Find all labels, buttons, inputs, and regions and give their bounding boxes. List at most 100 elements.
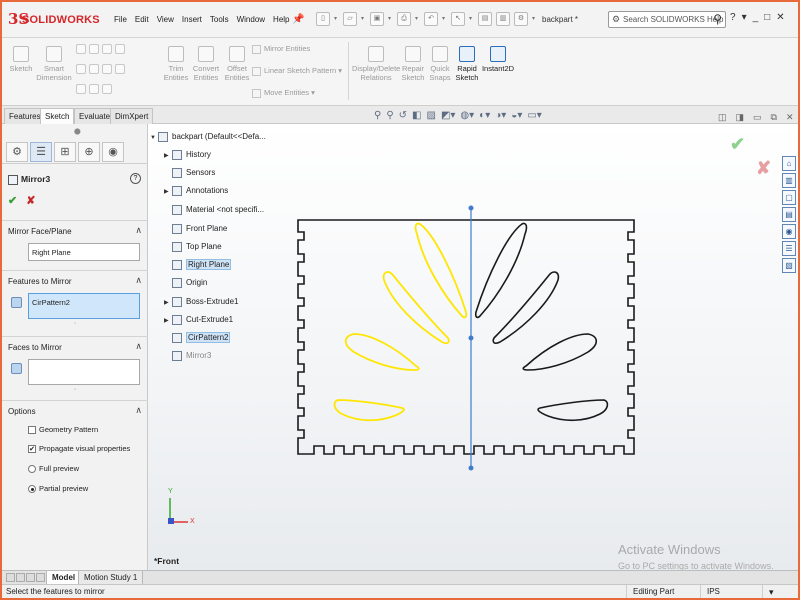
rapid-sketch-button[interactable]: Rapid Sketch bbox=[454, 46, 480, 82]
status-units[interactable]: IPS bbox=[700, 585, 762, 598]
ok-button[interactable]: ✔ bbox=[8, 195, 17, 207]
menu-file[interactable]: File bbox=[110, 15, 131, 24]
file-explorer-icon[interactable]: ▢ bbox=[782, 190, 796, 205]
expand-arrow-icon[interactable]: ▶ bbox=[164, 188, 172, 195]
collapse-chevron-icon[interactable]: ∧ bbox=[135, 341, 142, 352]
partial-preview-radio[interactable] bbox=[28, 485, 36, 494]
tree-item-sensors[interactable]: Sensors bbox=[164, 168, 215, 178]
viewport-restore-icon[interactable]: ⧉ bbox=[771, 112, 777, 123]
undo-icon[interactable]: ↶ bbox=[424, 12, 438, 26]
faces-to-mirror-list[interactable] bbox=[28, 359, 140, 385]
chevron-down-icon[interactable]: ▾ bbox=[469, 12, 474, 26]
help-button[interactable]: ? bbox=[730, 12, 736, 23]
appearances-icon[interactable]: ◉ bbox=[782, 224, 796, 239]
chevron-down-icon[interactable]: ▾ bbox=[334, 12, 339, 26]
mirror-face-field[interactable]: Right Plane bbox=[28, 243, 140, 261]
pattern-petal-3[interactable] bbox=[522, 333, 598, 371]
tree-item-boss-extrude1[interactable]: ▶ Boss-Extrude1 bbox=[164, 297, 238, 307]
move-entities-button[interactable]: Move Entities ▾ bbox=[252, 88, 315, 98]
viewport-minimize-icon[interactable]: ▭ bbox=[753, 112, 762, 123]
tab-sketch[interactable]: Sketch bbox=[40, 108, 75, 124]
reject-x-icon[interactable]: ✘ bbox=[756, 158, 771, 179]
search-icon[interactable]: ⚲ bbox=[713, 12, 722, 26]
dynamic-annotation-icon[interactable]: ▨ bbox=[427, 110, 436, 121]
panel-grip[interactable]: ⬤ bbox=[74, 128, 81, 135]
tree-item-front-plane[interactable]: Front Plane bbox=[164, 224, 227, 234]
last-tab-icon[interactable] bbox=[36, 573, 45, 582]
sketch-button[interactable]: Sketch bbox=[6, 46, 36, 73]
view-orientation-icon[interactable]: ◩▾ bbox=[441, 110, 455, 121]
viewport-close-icon[interactable]: ✕ bbox=[786, 112, 794, 123]
view-palette-icon[interactable]: ▤ bbox=[782, 207, 796, 222]
configuration-manager-tab-icon[interactable]: ⊞ bbox=[54, 142, 76, 162]
prev-tab-icon[interactable] bbox=[16, 573, 25, 582]
close-button[interactable]: ✕ bbox=[776, 12, 784, 23]
status-options-icon[interactable]: ▾ bbox=[762, 585, 798, 598]
forum-icon[interactable]: ▧ bbox=[782, 258, 796, 273]
minimize-button[interactable]: _ bbox=[753, 12, 759, 23]
tab-model[interactable]: Model bbox=[46, 571, 82, 585]
pattern-petal-4[interactable] bbox=[537, 399, 609, 422]
section-view-icon[interactable]: ◧ bbox=[412, 110, 421, 121]
apply-scene-icon[interactable]: ◒▾ bbox=[511, 110, 522, 121]
previous-view-icon[interactable]: ↺ bbox=[399, 110, 407, 121]
first-tab-icon[interactable] bbox=[6, 573, 15, 582]
display-delete-relations-button[interactable]: Display/Delete Relations bbox=[352, 46, 400, 82]
graphics-area[interactable]: ▼ backpart (Default<<Defa... ▶ History Sen… bbox=[148, 124, 798, 571]
rebuild-icon[interactable]: ▤ bbox=[478, 12, 492, 26]
spline-icon[interactable] bbox=[102, 44, 112, 54]
geometry-pattern-checkbox[interactable] bbox=[28, 426, 36, 435]
display-style-icon[interactable]: ◍▾ bbox=[460, 110, 474, 121]
options-gear-icon[interactable]: ⚙ bbox=[514, 12, 528, 26]
tree-item-history[interactable]: ▶ History bbox=[164, 150, 211, 160]
collapse-chevron-icon[interactable]: ∧ bbox=[135, 405, 142, 416]
file-properties-icon[interactable]: ▥ bbox=[496, 12, 510, 26]
line-icon[interactable] bbox=[76, 44, 86, 54]
propagate-checkbox[interactable]: ✔ bbox=[28, 445, 36, 454]
trim-entities-button[interactable]: Trim Entities bbox=[162, 46, 190, 82]
display-manager-tab-icon[interactable]: ◉ bbox=[102, 142, 124, 162]
model-sketch[interactable] bbox=[148, 124, 798, 570]
quick-snaps-button[interactable]: Quick Snaps bbox=[428, 46, 452, 82]
help-icon[interactable]: ? bbox=[130, 173, 141, 184]
fillet-icon[interactable] bbox=[102, 64, 112, 74]
chevron-down-icon[interactable]: ▾ bbox=[532, 12, 537, 26]
propagate-option[interactable]: ✔ Propagate visual properties bbox=[28, 444, 130, 454]
expand-arrow-icon[interactable]: ▶ bbox=[164, 299, 172, 306]
pane-left-icon[interactable]: ◫ bbox=[718, 112, 727, 123]
tree-item-right-plane[interactable]: Right Plane bbox=[164, 259, 232, 271]
tree-item-material[interactable]: Material <not specifi... bbox=[164, 205, 264, 215]
solidworks-logo[interactable]: 3S SOLIDWORKS bbox=[8, 10, 100, 28]
geometry-pattern-option[interactable]: Geometry Pattern bbox=[28, 425, 98, 435]
property-manager-tab-icon[interactable]: ☰ bbox=[30, 142, 52, 162]
feature-tree-tab-icon[interactable]: ⚙ bbox=[6, 142, 28, 162]
plane-handle-mid[interactable] bbox=[468, 335, 474, 341]
menu-window[interactable]: Window bbox=[233, 15, 269, 24]
circle-icon[interactable] bbox=[89, 44, 99, 54]
point-icon[interactable] bbox=[115, 64, 125, 74]
save-icon[interactable]: ▣ bbox=[370, 12, 384, 26]
menu-edit[interactable]: Edit bbox=[131, 15, 153, 24]
list-resize-grip[interactable]: ◦ bbox=[74, 387, 76, 393]
search-input[interactable]: Search SOLIDWORKS Help bbox=[623, 15, 723, 24]
tree-item-annotations[interactable]: ▶ Annotations bbox=[164, 186, 228, 196]
collapse-arrow-icon[interactable]: ▼ bbox=[150, 135, 158, 141]
partial-preview-option[interactable]: Partial preview bbox=[28, 484, 88, 494]
tab-motion-study-1[interactable]: Motion Study 1 bbox=[78, 571, 144, 585]
accept-check-icon[interactable]: ✔ bbox=[730, 134, 745, 155]
slot-icon[interactable] bbox=[76, 84, 86, 94]
hide-show-items-icon[interactable]: ◐▾ bbox=[479, 110, 490, 121]
restore-button[interactable]: □ bbox=[764, 12, 770, 23]
tree-item-origin[interactable]: Origin bbox=[164, 278, 207, 288]
resources-home-icon[interactable]: ⌂ bbox=[782, 156, 796, 171]
chevron-down-icon[interactable]: ▾ bbox=[415, 12, 420, 26]
tab-evaluate[interactable]: Evaluate bbox=[74, 108, 116, 124]
cirpattern2-features[interactable] bbox=[474, 222, 609, 422]
print-icon[interactable]: ⎙ bbox=[397, 12, 411, 26]
tree-item-cut-extrude1[interactable]: ▶ Cut-Extrude1 bbox=[164, 315, 233, 325]
tree-item-cirpattern2[interactable]: CirPattern2 bbox=[164, 332, 231, 344]
convert-entities-button[interactable]: Convert Entities bbox=[190, 46, 222, 82]
menu-insert[interactable]: Insert bbox=[178, 15, 206, 24]
cancel-button[interactable]: ✘ bbox=[26, 195, 35, 207]
tree-item-top-plane[interactable]: Top Plane bbox=[164, 242, 222, 252]
